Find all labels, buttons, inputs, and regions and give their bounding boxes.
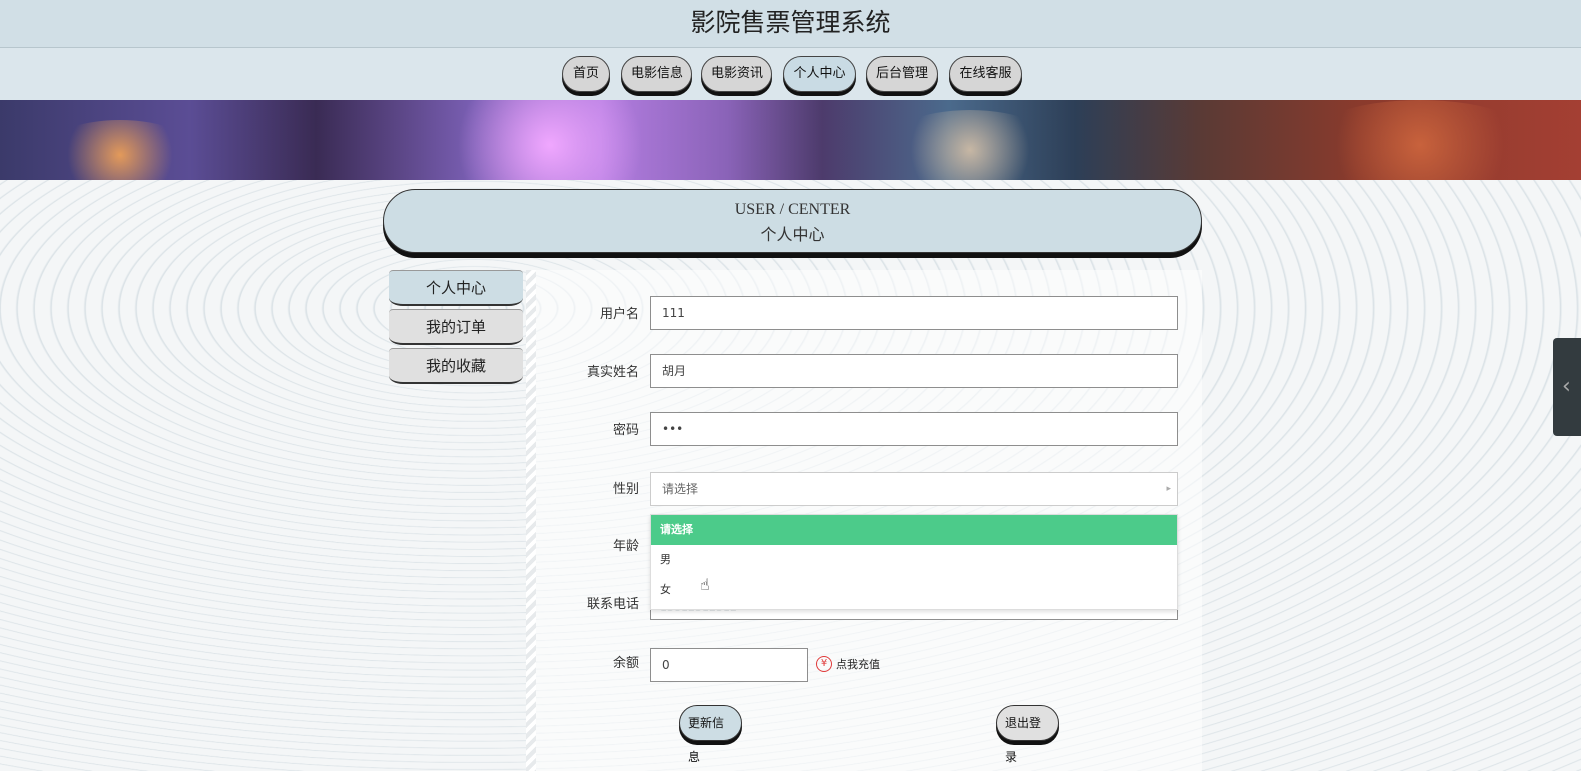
section-title-cn: 个人中心 — [760, 227, 825, 244]
gender-option-female[interactable]: 女 — [651, 575, 1177, 605]
section-title-en: USER / CENTER — [734, 201, 851, 218]
user-sidebar-menu: 个人中心 我的订单 我的收藏 — [389, 270, 523, 387]
gender-label: 性别 — [612, 482, 639, 497]
nav-customer-service[interactable]: 在线客服 — [949, 56, 1022, 92]
gender-option-placeholder[interactable]: 请选择 — [651, 515, 1177, 545]
logout-button[interactable]: 退出登录 — [996, 705, 1059, 764]
password-field[interactable]: ••• — [650, 412, 1178, 446]
section-header: USER / CENTER 个人中心 — [383, 189, 1202, 253]
age-label: 年龄 — [612, 539, 639, 554]
update-info-button[interactable]: 更新信息 — [679, 705, 742, 764]
recharge-link[interactable]: ¥ 点我充值 — [816, 656, 880, 672]
caret-icon: ▸ — [1166, 484, 1171, 494]
app-header: 影院售票管理系统 — [0, 0, 1581, 48]
recharge-label: 点我充值 — [836, 658, 880, 671]
app-title: 影院售票管理系统 — [690, 8, 891, 37]
side-drawer-toggle[interactable]: ‹ — [1553, 338, 1581, 436]
movie-banner-image — [0, 100, 1581, 180]
hand-cursor-icon: ☝ — [700, 575, 710, 594]
gender-select[interactable]: 请选择 ▸ — [650, 472, 1178, 506]
yuan-icon: ¥ — [816, 656, 832, 672]
gender-select-value: 请选择 — [662, 482, 699, 496]
nav-user-center[interactable]: 个人中心 — [783, 56, 856, 92]
nav-admin[interactable]: 后台管理 — [866, 56, 938, 92]
nav-movie-news[interactable]: 电影资讯 — [701, 56, 772, 92]
sidebar-item-my-favorites[interactable]: 我的收藏 — [389, 348, 523, 384]
nav-home[interactable]: 首页 — [562, 56, 610, 92]
gender-option-male[interactable]: 男 — [651, 545, 1177, 575]
chevron-left-icon: ‹ — [1562, 374, 1571, 399]
realname-label: 真实姓名 — [586, 365, 639, 380]
phone-label: 联系电话 — [586, 597, 639, 612]
realname-field[interactable]: 胡月 — [650, 354, 1178, 388]
balance-field[interactable]: 0 — [650, 648, 808, 682]
balance-label: 余额 — [612, 656, 639, 671]
sidebar-item-user-center[interactable]: 个人中心 — [389, 270, 523, 306]
panel-divider — [526, 270, 536, 771]
username-field[interactable]: 111 — [650, 296, 1178, 330]
sidebar-item-my-orders[interactable]: 我的订单 — [389, 309, 523, 345]
main-nav: 首页 电影信息 电影资讯 个人中心 后台管理 在线客服 — [0, 48, 1581, 100]
password-label: 密码 — [612, 423, 639, 438]
gender-dropdown: 请选择 男 女 — [650, 514, 1178, 610]
username-label: 用户名 — [599, 307, 639, 322]
nav-movie-info[interactable]: 电影信息 — [621, 56, 692, 92]
